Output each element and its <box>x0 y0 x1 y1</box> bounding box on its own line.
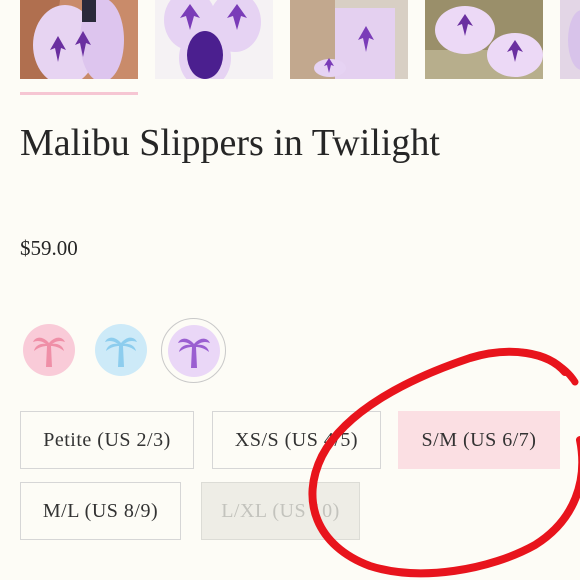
thumbnail-image[interactable] <box>290 0 408 79</box>
product-title: Malibu Slippers in Twilight <box>20 122 440 164</box>
color-swatch-pink[interactable] <box>21 322 77 378</box>
product-price: $59.00 <box>20 236 78 260</box>
size-option-xs-s[interactable]: XS/S (US 4/5) <box>212 411 381 469</box>
palm-tree-icon <box>177 338 210 368</box>
thumbnail-image[interactable] <box>155 0 273 79</box>
size-option-s-m[interactable]: S/M (US 6/7) <box>398 411 560 469</box>
active-thumbnail-indicator <box>20 92 138 95</box>
thumbnail-image[interactable] <box>560 0 580 79</box>
palm-tree-icon <box>105 337 137 367</box>
size-option-petite[interactable]: Petite (US 2/3) <box>20 411 194 469</box>
palm-tree-icon <box>33 337 65 367</box>
size-option-m-l[interactable]: M/L (US 8/9) <box>20 482 181 540</box>
size-option-l-xl: L/XL (US 10) <box>201 482 360 540</box>
color-swatch-blue[interactable] <box>93 322 149 378</box>
thumbnail-image[interactable] <box>20 0 138 79</box>
color-swatch-purple[interactable] <box>161 318 226 383</box>
thumbnail-image[interactable] <box>425 0 543 79</box>
